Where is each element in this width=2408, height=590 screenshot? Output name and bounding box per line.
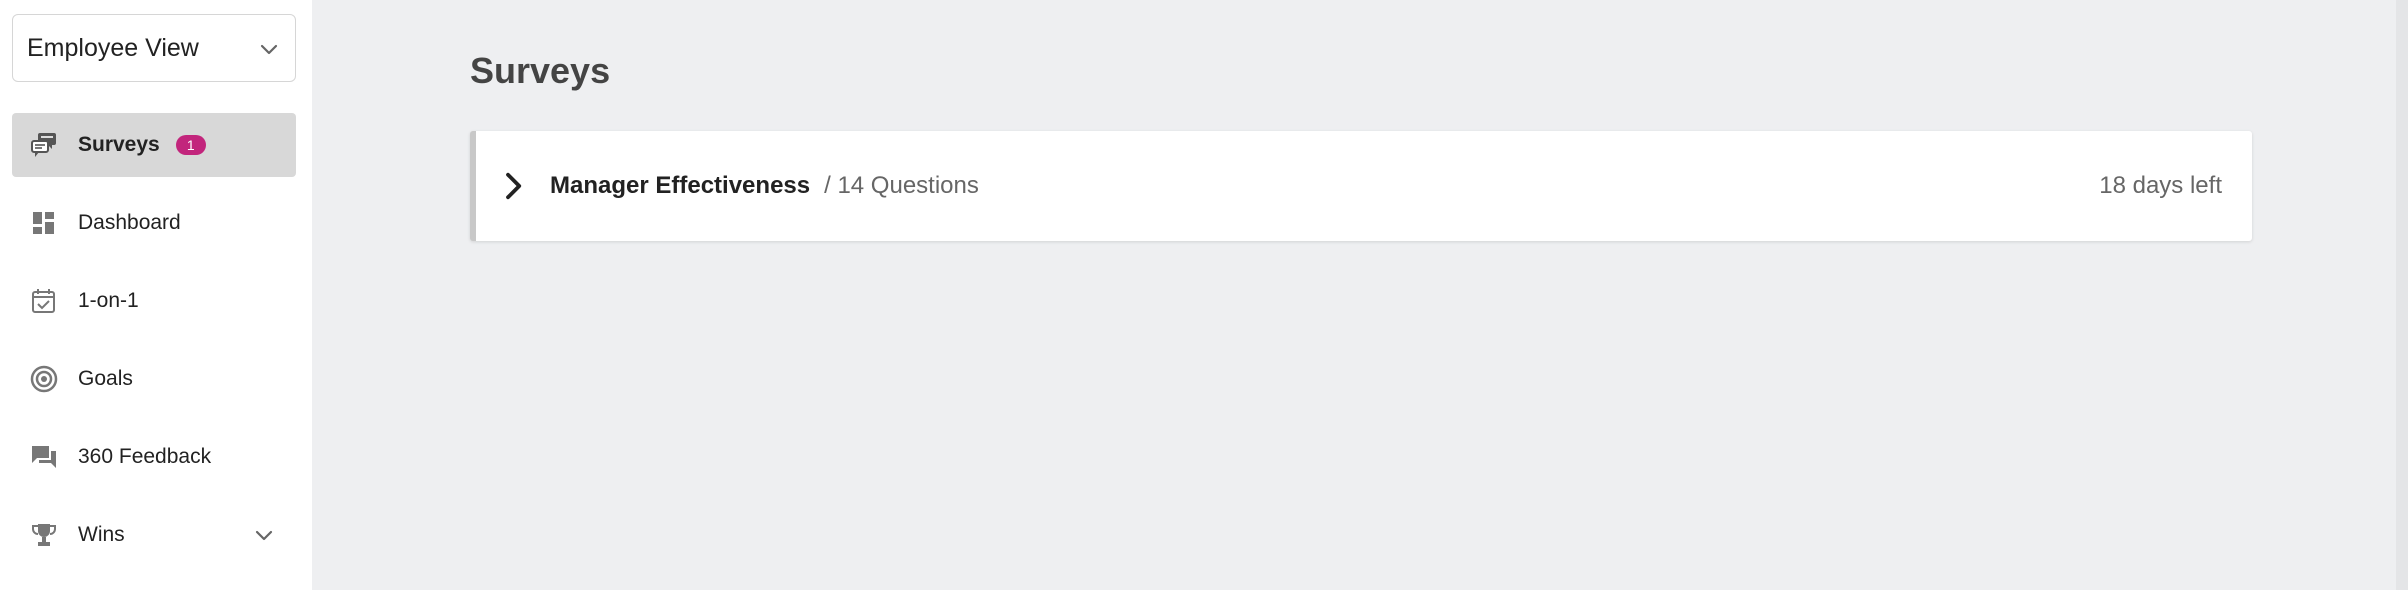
chevron-down-icon[interactable]	[252, 523, 276, 547]
scrollbar[interactable]	[2396, 0, 2408, 590]
sidebar-item-360-feedback[interactable]: 360 Feedback	[12, 425, 296, 489]
sidebar-item-wins[interactable]: Wins	[12, 503, 296, 567]
view-selector-label: Employee View	[27, 33, 199, 62]
sidebar-item-surveys[interactable]: Surveys 1	[12, 113, 296, 177]
sidebar-item-label: 360 Feedback	[78, 445, 212, 468]
main-content: Surveys Manager Effectiveness / 14 Quest…	[312, 0, 2408, 590]
sidebar-item-label: Dashboard	[78, 211, 181, 234]
trophy-icon	[28, 519, 60, 551]
sidebar-item-goals[interactable]: Goals	[12, 347, 296, 411]
sidebar: Employee View Surveys 1 Dashboard 1-on-1	[0, 0, 312, 590]
survey-name: Manager Effectiveness	[550, 172, 811, 199]
sidebar-item-1-on-1[interactable]: 1-on-1	[12, 269, 296, 333]
survey-icon	[28, 129, 60, 161]
surveys-count-badge: 1	[175, 135, 206, 155]
sidebar-item-label: Surveys	[78, 133, 160, 156]
view-selector[interactable]: Employee View	[12, 14, 296, 82]
survey-question-count: / 14 Questions	[824, 172, 979, 199]
dashboard-icon	[28, 207, 60, 239]
sidebar-item-label: Wins	[78, 523, 125, 546]
chevron-down-icon	[260, 44, 278, 55]
survey-card[interactable]: Manager Effectiveness / 14 Questions 18 …	[470, 131, 2252, 241]
sidebar-nav: Surveys 1 Dashboard 1-on-1 Goals 360 Fee…	[12, 113, 296, 581]
sidebar-item-label: Goals	[78, 367, 133, 390]
expand-survey-button[interactable]	[498, 171, 528, 201]
survey-days-left: 18 days left	[2099, 172, 2222, 199]
target-icon	[28, 363, 60, 395]
chevron-right-icon	[506, 172, 522, 200]
sidebar-item-dashboard[interactable]: Dashboard	[12, 191, 296, 255]
sidebar-item-label: 1-on-1	[78, 289, 139, 312]
calendar-check-icon	[28, 285, 60, 317]
feedback-icon	[28, 441, 60, 473]
page-title: Surveys	[470, 50, 611, 91]
